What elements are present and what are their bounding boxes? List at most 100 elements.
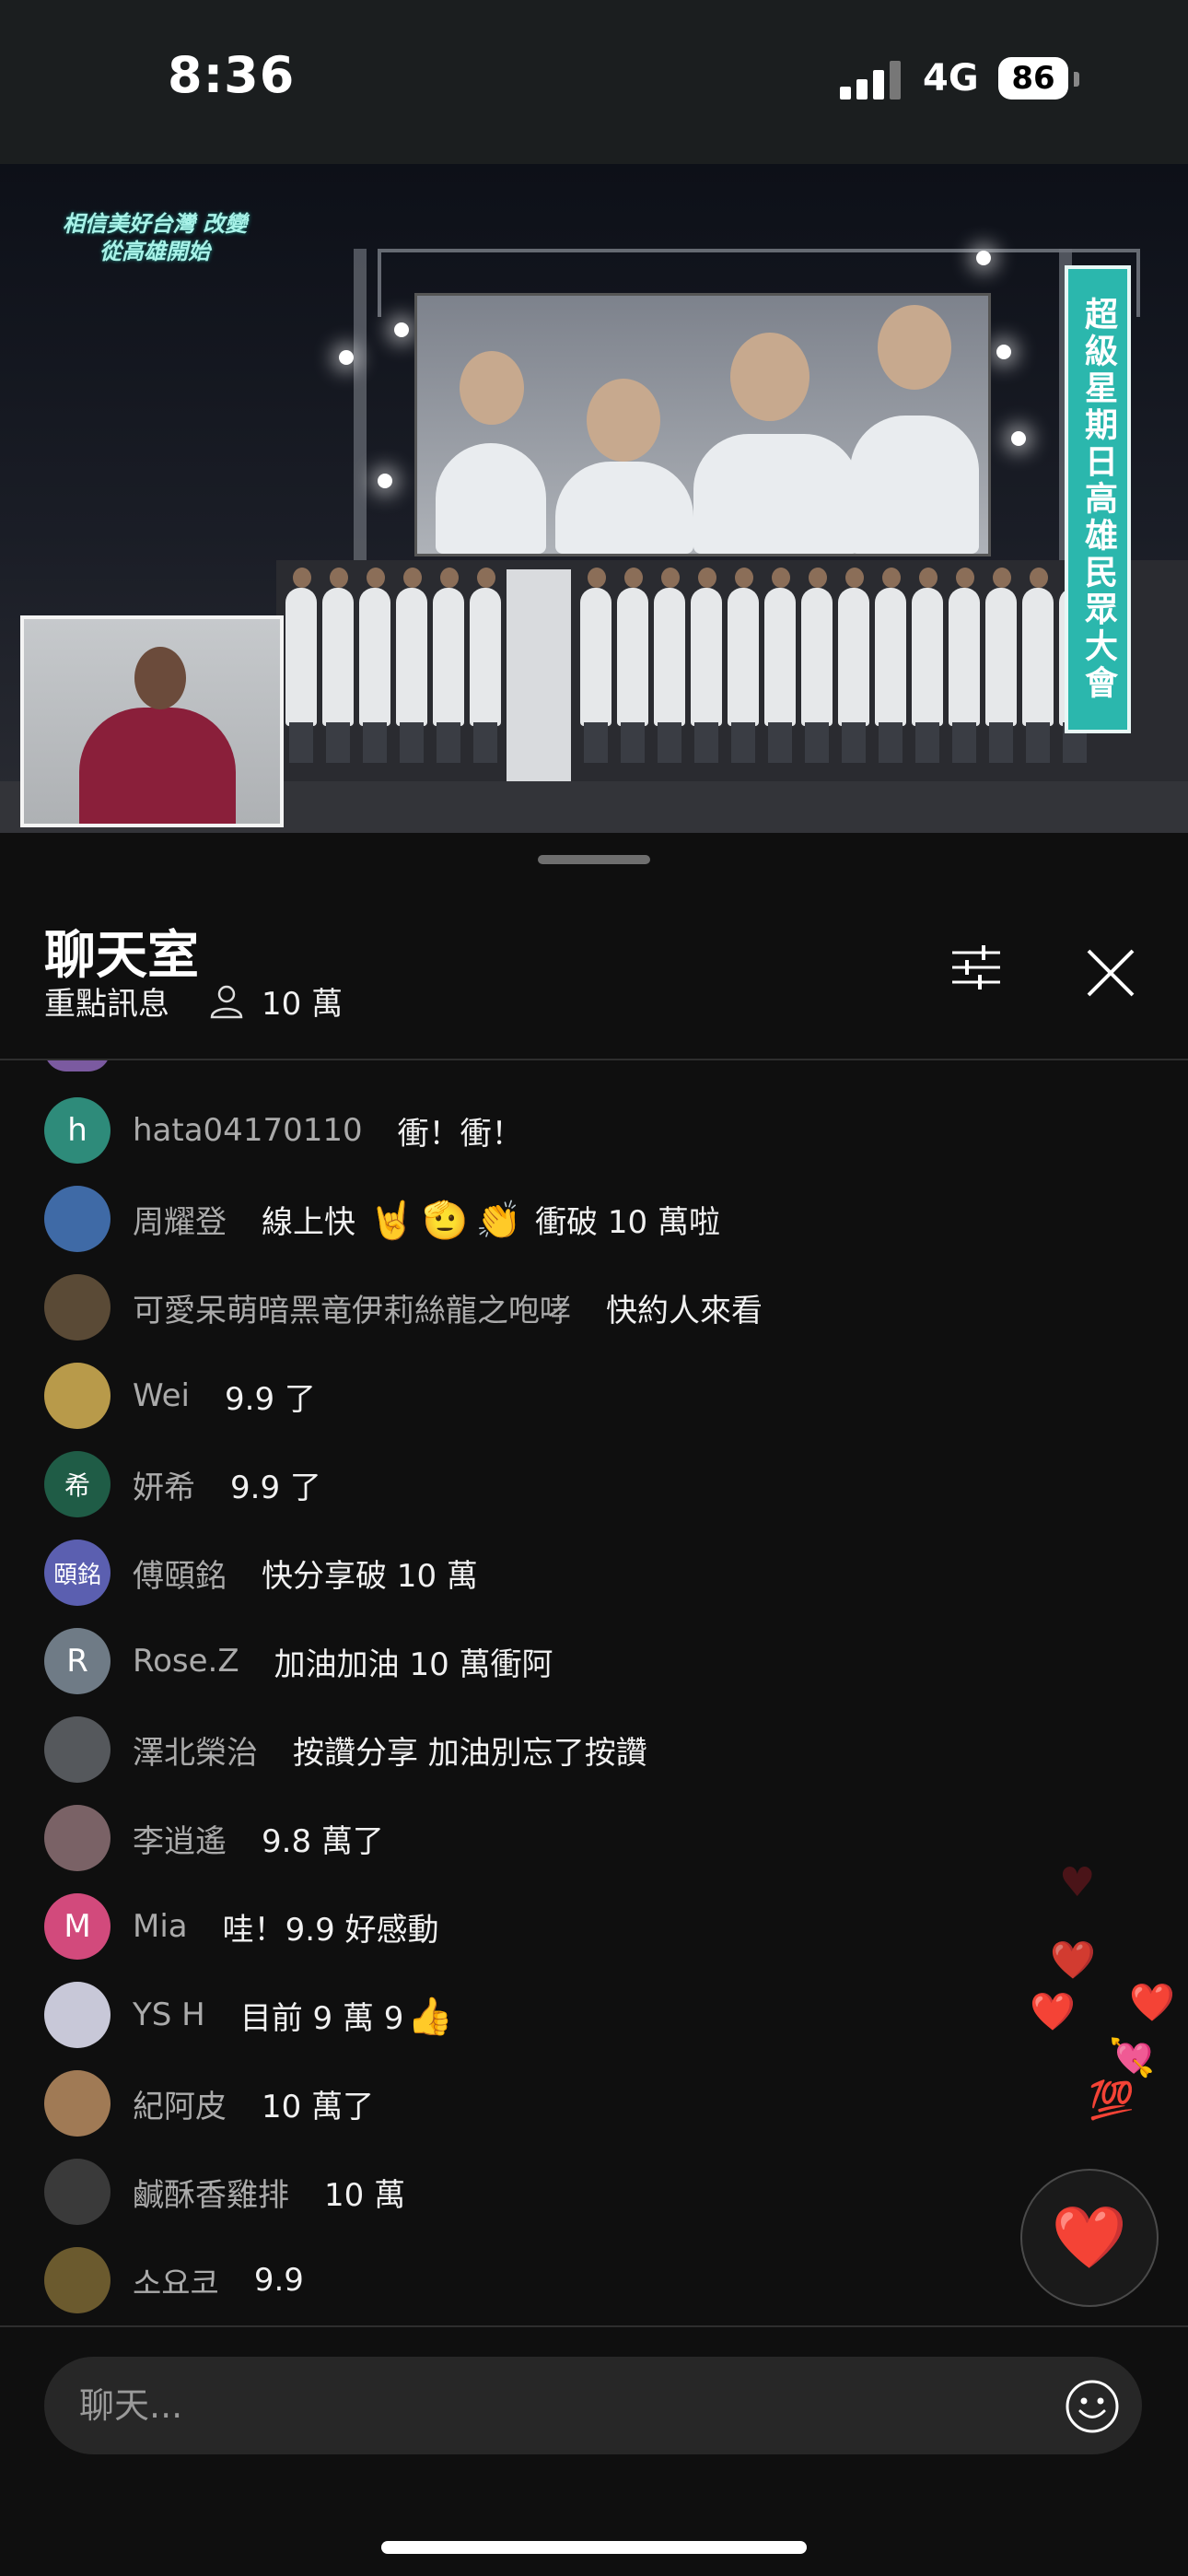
avatar[interactable] xyxy=(44,1805,111,1871)
message-author[interactable]: 鹹酥香雞排 xyxy=(133,2170,289,2215)
chat-input[interactable] xyxy=(44,2357,1142,2454)
avatar[interactable] xyxy=(44,1716,111,1783)
network-type: 4G xyxy=(923,57,979,100)
chat-message: h hata04170110 衝！衝！ xyxy=(44,1086,523,1175)
avatar[interactable]: 希 xyxy=(44,1451,111,1517)
message-author[interactable]: Wei xyxy=(133,1377,190,1414)
avatar[interactable]: 頤銘 xyxy=(44,1540,111,1606)
message-author[interactable]: 紀阿皮 xyxy=(133,2081,227,2126)
heart-icon: ❤️ xyxy=(1051,2202,1128,2273)
rock-emoji-icon: 🤘 xyxy=(368,1199,415,1242)
avatar[interactable] xyxy=(44,1274,111,1341)
message-text-part: 目前 9 萬 9 xyxy=(239,1999,404,2037)
signal-icon xyxy=(840,61,903,100)
smiley-icon[interactable] xyxy=(1065,2379,1120,2434)
battery-tip xyxy=(1074,72,1079,87)
chat-message: 소요코 9.9 xyxy=(44,2236,304,2323)
stage-light xyxy=(996,345,1011,359)
chat-message: 紀阿皮 10 萬了 xyxy=(44,2059,374,2148)
avatar[interactable] xyxy=(44,1186,111,1252)
message-text: 快約人來看 xyxy=(606,1292,763,1329)
message-text: 衝！衝！ xyxy=(397,1115,523,1153)
stage-light xyxy=(1011,431,1026,446)
message-text: 9.9 了 xyxy=(230,1469,321,1506)
thumbs-up-emoji-icon: 👍 xyxy=(407,1995,454,2038)
stage-light xyxy=(378,474,392,488)
viewer-count: 10 萬 xyxy=(262,986,344,1023)
stage-light xyxy=(394,322,409,337)
chat-message: 李逍遙 9.8 萬了 xyxy=(44,1794,384,1882)
chat-message: 希 妍希 9.9 了 xyxy=(44,1440,321,1528)
chat-filter-dropdown[interactable]: 重點訊息 xyxy=(44,978,169,1024)
status-time: 8:36 xyxy=(168,46,296,104)
message-author[interactable]: Rose.Z xyxy=(133,1643,239,1680)
message-text: 哇！9.9 好感動 xyxy=(222,1911,439,1949)
salute-emoji-icon: 🫡 xyxy=(422,1199,469,1242)
avatar[interactable] xyxy=(44,2159,111,2225)
avatar[interactable] xyxy=(44,1982,111,2048)
person-icon xyxy=(210,985,243,1019)
divider xyxy=(0,2325,1188,2327)
stage-screen xyxy=(414,293,991,556)
message-author[interactable]: 澤北榮治 xyxy=(133,1727,258,1773)
floating-heart-icon: ❤️ xyxy=(1050,1939,1096,1982)
drag-handle[interactable] xyxy=(538,855,650,864)
video-slogan: 相信美好台灣 改變從高雄開始 xyxy=(62,211,248,264)
avatar[interactable] xyxy=(44,1363,111,1429)
home-indicator[interactable] xyxy=(381,2541,807,2554)
avatar xyxy=(44,1060,111,1071)
clap-emoji-icon: 👏 xyxy=(475,1199,522,1242)
message-text: 快分享破 10 萬 xyxy=(262,1557,478,1595)
message-text: 加油加油 10 萬衝阿 xyxy=(274,1645,553,1683)
message-text: 10 萬 xyxy=(324,2176,406,2214)
message-text: 線上快 🤘 🫡 👏 衝破 10 萬啦 xyxy=(262,1197,720,1242)
message-text-part: 衝破 10 萬啦 xyxy=(535,1203,720,1241)
chat-message: Wei 9.9 了 xyxy=(44,1352,316,1440)
avatar[interactable]: h xyxy=(44,1097,111,1164)
chat-message: 周耀登 線上快 🤘 🫡 👏 衝破 10 萬啦 xyxy=(44,1175,720,1263)
chat-message: 澤北榮治 按讚分享 加油別忘了按讚 xyxy=(44,1705,647,1794)
sliders-icon[interactable] xyxy=(949,940,1004,995)
chat-message-list[interactable]: h hata04170110 衝！衝！ 周耀登 線上快 🤘 🫡 👏 衝破 10 萬啦… xyxy=(0,1060,1188,2323)
floating-heart-icon: ❤️ xyxy=(1129,1982,1175,2024)
message-text: 9.9 xyxy=(253,2262,304,2299)
heart-reaction-button[interactable]: ❤️ xyxy=(1020,2169,1159,2307)
chat-panel: 聊天室 重點訊息 10 萬 h hata04170110 衝！衝！ 周耀登 線上 xyxy=(0,833,1188,2576)
chat-title: 聊天室 xyxy=(44,926,199,986)
close-icon[interactable] xyxy=(1083,945,1138,1001)
avatar[interactable]: M xyxy=(44,1893,111,1960)
message-text-part: 線上快 xyxy=(262,1203,355,1241)
message-text: 9.9 了 xyxy=(225,1380,316,1418)
chat-message: M Mia 哇！9.9 好感動 xyxy=(44,1882,439,1971)
stage-light xyxy=(339,350,354,365)
message-author[interactable]: 李逍遙 xyxy=(133,1816,227,1861)
status-bar: 8:36 4G 86 xyxy=(0,0,1188,164)
sign-language-inset xyxy=(20,615,284,827)
battery-icon: 86 xyxy=(998,57,1068,100)
message-author[interactable]: 可愛呆萌暗黑竜伊莉絲龍之咆哮 xyxy=(133,1285,571,1330)
message-text: 10 萬了 xyxy=(262,2088,375,2125)
live-video-player[interactable]: 相信美好台灣 改變從高雄開始 超級星期日高雄民眾大會 xyxy=(0,164,1188,833)
stage-light xyxy=(976,251,991,265)
floating-heart-icon: ❤️ xyxy=(1030,1991,1076,2033)
message-author[interactable]: hata04170110 xyxy=(133,1112,363,1149)
floating-heart-icon: 💘 xyxy=(1109,2037,1155,2079)
message-text: 按讚分享 加油別忘了按讚 xyxy=(293,1734,647,1772)
message-author[interactable]: Mia xyxy=(133,1908,188,1945)
chat-message: YS H 目前 9 萬 9 👍 xyxy=(44,1971,457,2059)
chat-message: R Rose.Z 加油加油 10 萬衝阿 xyxy=(44,1617,553,1705)
video-banner: 超級星期日高雄民眾大會 xyxy=(1065,265,1131,733)
avatar[interactable] xyxy=(44,2070,111,2137)
avatar[interactable] xyxy=(44,2247,111,2313)
message-text: 9.8 萬了 xyxy=(262,1822,384,1860)
chat-message: 可愛呆萌暗黑竜伊莉絲龍之咆哮 快約人來看 xyxy=(44,1263,763,1352)
message-author[interactable]: 소요코 xyxy=(133,2258,219,2303)
message-author[interactable]: 妍希 xyxy=(133,1462,195,1507)
floating-100-icon: 💯 xyxy=(1089,2079,1135,2122)
podium xyxy=(507,569,571,781)
avatar[interactable]: R xyxy=(44,1628,111,1694)
message-author[interactable]: YS H xyxy=(133,1996,205,2033)
chat-message: 頤銘 傅頤銘 快分享破 10 萬 xyxy=(44,1528,478,1617)
message-author[interactable]: 周耀登 xyxy=(133,1197,227,1242)
message-author[interactable]: 傅頤銘 xyxy=(133,1551,227,1596)
